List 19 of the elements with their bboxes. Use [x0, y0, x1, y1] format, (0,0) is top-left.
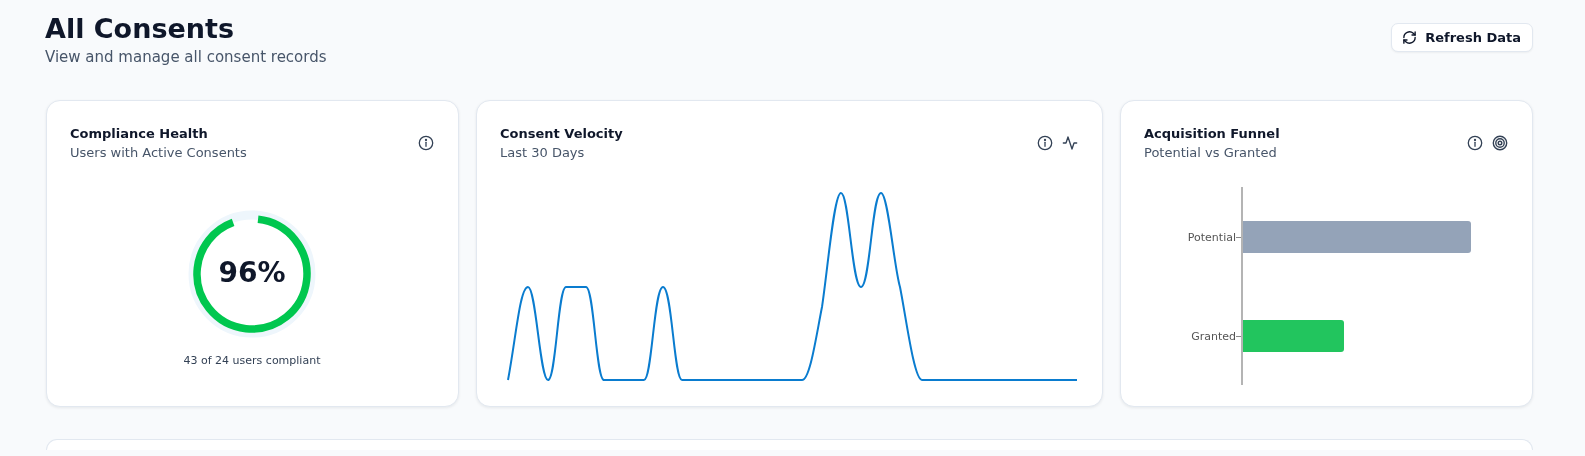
category-label: Granted [1190, 329, 1236, 343]
card-title: Compliance Health [70, 125, 209, 143]
info-icon[interactable] [1467, 135, 1483, 151]
page-title: All Consents [45, 12, 235, 46]
info-icon[interactable] [1037, 135, 1053, 151]
refresh-button[interactable]: Refresh Data [1391, 23, 1533, 52]
card-title: Acquisition Funnel [1144, 125, 1280, 143]
info-icon[interactable] [418, 135, 434, 151]
card-subtitle: Potential vs Granted [1144, 144, 1278, 162]
category-label: Potential [1186, 230, 1236, 244]
page-subtitle: View and manage all consent records [45, 48, 327, 66]
card-title: Consent Velocity [500, 125, 623, 143]
refresh-icon [1402, 30, 1418, 45]
percent-value: 96% [217, 255, 287, 291]
target-icon[interactable] [1492, 135, 1508, 151]
card-subtitle: Last 30 Days [500, 144, 586, 162]
card-subtitle: Users with Active Consents [70, 144, 247, 162]
compliance-caption: 43 of 24 users compliant [182, 354, 322, 367]
activity-icon[interactable] [1062, 135, 1078, 151]
